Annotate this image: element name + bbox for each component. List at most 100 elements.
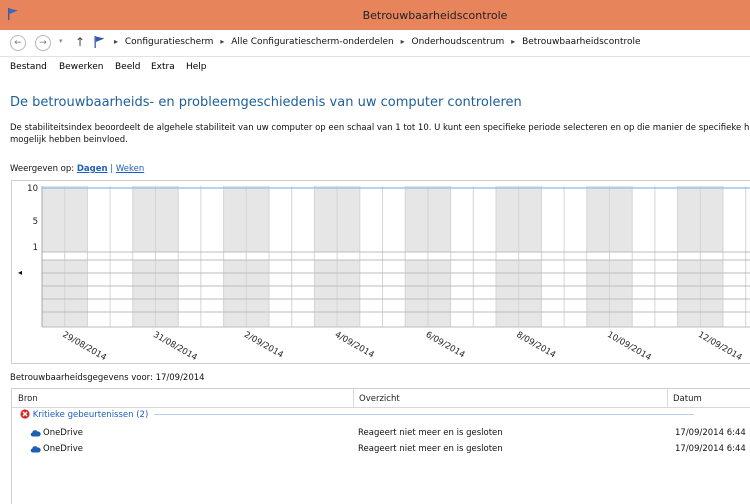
chart-column [518,186,542,252]
chart-column [64,186,88,252]
breadcrumb-item[interactable]: Betrouwbaarheidscontrole [522,37,640,47]
row-source: OneDrive [43,428,83,438]
chart-event-column [382,260,406,327]
chart-event-column [586,260,610,327]
chart-event-column [632,260,655,327]
menu-item-bewerken[interactable]: Bewerken [59,62,103,72]
chart-event-column [541,260,565,327]
onedrive-cloud-icon [30,430,41,437]
row-summary: Reageert niet meer en is gesloten [358,444,503,454]
menu-item-beeld[interactable]: Beeld [115,62,140,72]
critical-error-icon [20,409,30,419]
view-separator: | [110,164,114,174]
chart-column [700,186,723,252]
chart-column [223,186,247,252]
column-divider[interactable] [353,389,354,407]
chart-event-column [110,260,133,327]
chart-y-tick-label: 1 [33,243,38,253]
recent-pages-chevron-icon[interactable]: ▾ [59,37,63,45]
title-bar: Betrouwbaarheidscontrole [0,0,750,30]
breadcrumb-item[interactable]: Alle Configuratiescherm-onderdelen [231,37,394,47]
breadcrumb-separator-icon[interactable]: ▸ [220,37,224,46]
breadcrumb-item[interactable]: Onderhoudscentrum [412,37,505,47]
chart-column [654,186,678,252]
row-source: OneDrive [43,444,83,454]
chart-event-column [200,260,224,327]
chart-column [745,186,750,252]
chart-column [564,186,587,252]
menu-bar: Bestand Bewerken Beeld Extra Help [0,57,750,77]
stability-chart-svg: 10 5 1 ◂ 29/08/2014 31/08/2014 2/09/2014 4/09/2… [18,184,750,363]
chart-event-column [427,260,451,327]
chart-x-tick-label: 4/09/2014 [333,330,376,360]
chart-y-tick-label: 10 [27,184,38,194]
chart-column [473,186,496,252]
column-header-summary[interactable]: Overzicht [359,394,400,404]
table-row[interactable]: OneDrive Reageert niet meer en is geslot… [12,442,750,458]
chart-event-column [269,260,292,327]
chart-column [269,186,292,252]
view-selector: Weergeven op: Dagen | Weken [10,164,144,174]
chart-y-tick-label: 5 [33,217,38,227]
breadcrumb-separator-icon[interactable]: ▸ [401,37,405,46]
scroll-left-icon[interactable]: ◂ [18,268,22,277]
row-summary: Reageert niet meer en is gesloten [358,428,503,438]
view-weeks-link[interactable]: Weken [116,164,144,174]
chart-event-column [700,260,723,327]
chart-x-tick-label: 6/09/2014 [424,330,467,360]
chart-column [200,186,224,252]
chart-x-tick-label: 8/09/2014 [515,330,558,360]
menu-item-extra[interactable]: Extra [151,62,175,72]
onedrive-cloud-icon [30,446,41,453]
chart-event-column [87,260,111,327]
forward-arrow-icon[interactable]: → [35,35,51,51]
breadcrumb-separator-icon[interactable]: ▸ [511,37,515,46]
chart-event-column [64,260,88,327]
view-days-link[interactable]: Dagen [77,164,108,174]
table-header: Bron Overzicht Datum [12,389,750,408]
chart-event-column [473,260,496,327]
chart-event-column [496,260,519,327]
window-title: Betrouwbaarheidscontrole [362,9,508,22]
chart-column [178,186,201,252]
table-row[interactable]: OneDrive Reageert niet meer en is geslot… [12,426,750,442]
back-arrow-icon[interactable]: ← [10,35,26,51]
chart-x-tick-label: 29/08/2014 [61,330,108,363]
chart-column [541,186,565,252]
chart-event-column [337,260,360,327]
group-critical-events[interactable]: Kritieke gebeurtenissen (2) [20,409,695,420]
breadcrumb-item[interactable]: Configuratiescherm [125,37,214,47]
chart-event-column [518,260,542,327]
chart-event-column [654,260,678,327]
up-arrow-icon[interactable]: ↑ [75,35,85,49]
column-header-date[interactable]: Datum [673,394,702,404]
chart-column [42,186,65,252]
chart-column [337,186,360,252]
chart-x-tick-label: 31/08/2014 [151,330,198,363]
chart-event-column [155,260,179,327]
chart-event-column [359,260,383,327]
chart-event-column [178,260,201,327]
chart-column [609,186,633,252]
menu-item-bestand[interactable]: Bestand [10,62,47,72]
chart-column [405,186,428,252]
chart-event-column [450,260,474,327]
page-title: De betrouwbaarheids- en probleemgeschied… [10,95,522,110]
chart-column [496,186,519,252]
chart-event-column [246,260,269,327]
column-divider[interactable] [667,389,668,407]
details-label: Betrouwbaarheidsgegevens voor: 17/09/201… [10,373,205,383]
page-description: De stabiliteitsindex beoordeelt de algeh… [10,123,750,145]
chart-event-column [745,260,750,327]
chart-column [427,186,451,252]
chart-column [677,186,701,252]
chart-event-column [314,260,338,327]
column-header-source[interactable]: Bron [18,394,38,404]
stability-chart[interactable]: 10 5 1 ◂ 29/08/2014 31/08/2014 2/09/2014 4/09/2… [11,180,750,364]
reliability-details-table: Bron Overzicht Datum Kritieke gebeurteni… [11,388,750,504]
chart-column [632,186,655,252]
menu-item-help[interactable]: Help [186,62,207,72]
chart-column [291,186,315,252]
chart-column [723,186,746,252]
address-bar: ← → ▾ ↑ ▸ Configuratiescherm ▸ Alle Conf… [0,30,750,57]
